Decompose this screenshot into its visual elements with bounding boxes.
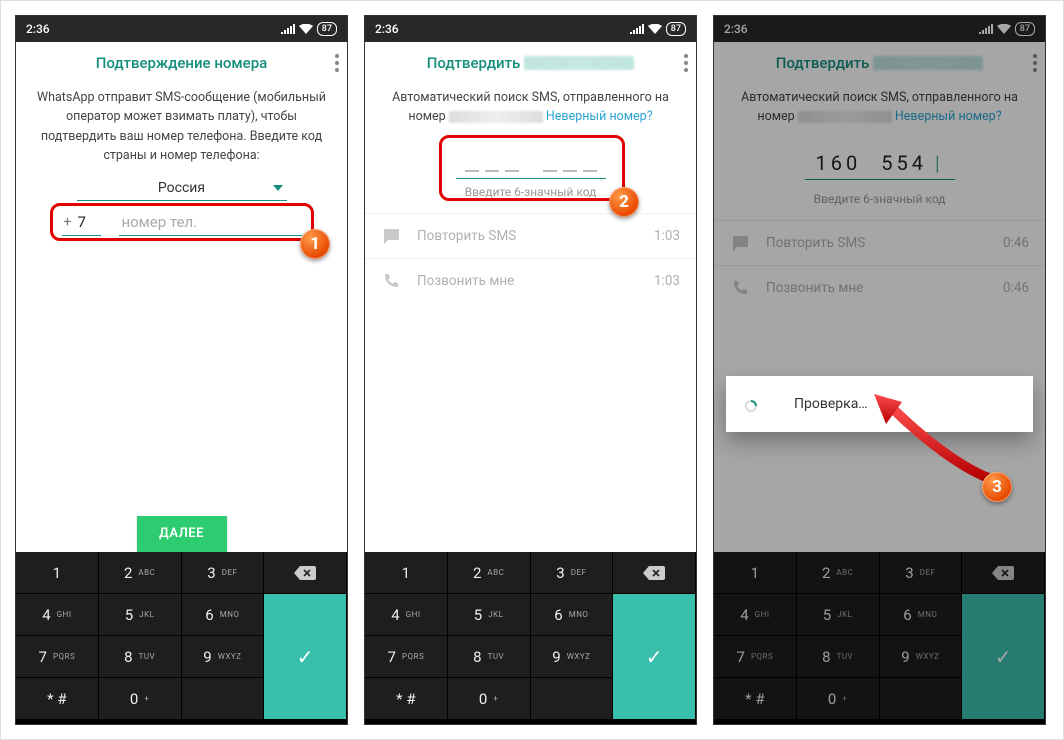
key-4[interactable]: 4GHI (16, 594, 99, 636)
signal-icon (281, 24, 295, 34)
step-badge-2: 2 (609, 187, 639, 217)
key-5[interactable]: 5JKL (448, 594, 531, 636)
country-selector[interactable]: Россия (77, 180, 287, 201)
key-8[interactable]: 8TUV (99, 636, 182, 678)
key-6[interactable]: 6MNO (531, 594, 614, 636)
chevron-down-icon (273, 185, 283, 191)
key-confirm[interactable]: ✓ (613, 594, 696, 720)
code-hint: Введите 6-значный код (365, 185, 696, 199)
phone-screen-3: 2:36 87 Подтвердить Автоматический поиск… (713, 15, 1046, 725)
wrong-number-link[interactable]: Неверный номер? (546, 109, 653, 124)
key-1[interactable]: 1 (365, 552, 448, 594)
description-text: Автоматический поиск SMS, отправленного … (365, 84, 696, 141)
check-icon: ✓ (297, 645, 314, 669)
key-confirm[interactable]: ✓ (264, 594, 347, 720)
status-bar: 2:36 87 (365, 16, 696, 42)
step-badge-1: 1 (300, 229, 330, 259)
key-1[interactable]: 1 (16, 552, 99, 594)
clock: 2:36 (375, 22, 399, 36)
page-title-prefix: Подтвердить (427, 54, 521, 72)
app-header: Подтвердить (365, 42, 696, 84)
phone-screen-2: 2:36 87 Подтвердить Автоматический поиск… (364, 15, 697, 725)
battery-icon: 87 (666, 22, 686, 36)
resend-sms-row[interactable]: Повторить SMS 1:03 (365, 213, 696, 258)
key-0[interactable]: 0+ (448, 678, 531, 720)
key-4[interactable]: 4GHI (365, 594, 448, 636)
signal-icon (630, 24, 644, 34)
country-code-value: 7 (77, 213, 99, 231)
modal-overlay (714, 16, 1045, 724)
key-backspace[interactable] (264, 552, 347, 594)
phone-screen-1: 2:36 87 Подтверждение номера WhatsApp от… (15, 15, 348, 725)
wifi-icon (299, 24, 313, 34)
call-me-timer: 1:03 (654, 273, 680, 289)
key-9[interactable]: 9WXYZ (182, 636, 265, 678)
more-menu-button[interactable] (335, 54, 339, 72)
key-3[interactable]: 3DEF (531, 552, 614, 594)
key-empty (531, 678, 614, 720)
phone-placeholder: номер тел. (121, 213, 197, 231)
key-symbols[interactable]: * # (16, 678, 99, 720)
resend-sms-label: Повторить SMS (417, 228, 638, 244)
key-0[interactable]: 0+ (99, 678, 182, 720)
redacted-number (524, 56, 634, 70)
options-list: Повторить SMS 1:03 Позвонить мне 1:03 (365, 213, 696, 303)
key-8[interactable]: 8TUV (448, 636, 531, 678)
page-title: Подтверждение номера (96, 54, 267, 72)
phone-icon (381, 271, 401, 291)
country-value: Россия (158, 180, 205, 196)
description-text: WhatsApp отправит SMS-сообщение (мобильн… (16, 84, 347, 180)
phone-number-input[interactable]: номер тел. (119, 211, 301, 236)
phone-number-row: + 7 номер тел. (62, 211, 302, 236)
more-menu-button[interactable] (684, 54, 688, 72)
code-input[interactable] (456, 151, 606, 179)
call-me-label: Позвонить мне (417, 273, 638, 289)
call-me-row[interactable]: Позвонить мне 1:03 (365, 258, 696, 303)
status-icons: 87 (630, 22, 686, 36)
plus-sign: + (64, 214, 72, 230)
key-9[interactable]: 9WXYZ (531, 636, 614, 678)
backspace-icon (643, 566, 665, 580)
check-icon: ✓ (646, 645, 663, 669)
wifi-icon (648, 24, 662, 34)
status-bar: 2:36 87 (16, 16, 347, 42)
spinner-icon (744, 399, 754, 409)
app-header: Подтверждение номера (16, 42, 347, 84)
battery-icon: 87 (317, 22, 337, 36)
key-6[interactable]: 6MNO (182, 594, 265, 636)
key-empty (182, 678, 265, 720)
key-2[interactable]: 2ABC (99, 552, 182, 594)
next-button-label: ДАЛЕЕ (159, 526, 204, 541)
dialog-text: Проверка… (794, 396, 868, 412)
key-3[interactable]: 3DEF (182, 552, 265, 594)
key-2[interactable]: 2ABC (448, 552, 531, 594)
numeric-keypad: 1 2ABC 3DEF 4GHI 5JKL 6MNO ✓ 7PQRS 8TUV … (365, 552, 696, 724)
resend-sms-timer: 1:03 (654, 228, 680, 244)
next-button[interactable]: ДАЛЕЕ (137, 516, 227, 552)
redacted-number-inline (449, 111, 543, 123)
country-code-input[interactable]: + 7 (62, 211, 102, 236)
status-icons: 87 (281, 22, 337, 36)
numeric-keypad: 1 2ABC 3DEF 4GHI 5JKL 6MNO ✓ 7PQRS 8TUV … (16, 552, 347, 724)
step-badge-3: 3 (982, 472, 1012, 502)
key-5[interactable]: 5JKL (99, 594, 182, 636)
key-7[interactable]: 7PQRS (16, 636, 99, 678)
key-backspace[interactable] (613, 552, 696, 594)
key-symbols[interactable]: * # (365, 678, 448, 720)
clock: 2:36 (26, 22, 50, 36)
sms-icon (381, 226, 401, 246)
key-7[interactable]: 7PQRS (365, 636, 448, 678)
backspace-icon (294, 566, 316, 580)
